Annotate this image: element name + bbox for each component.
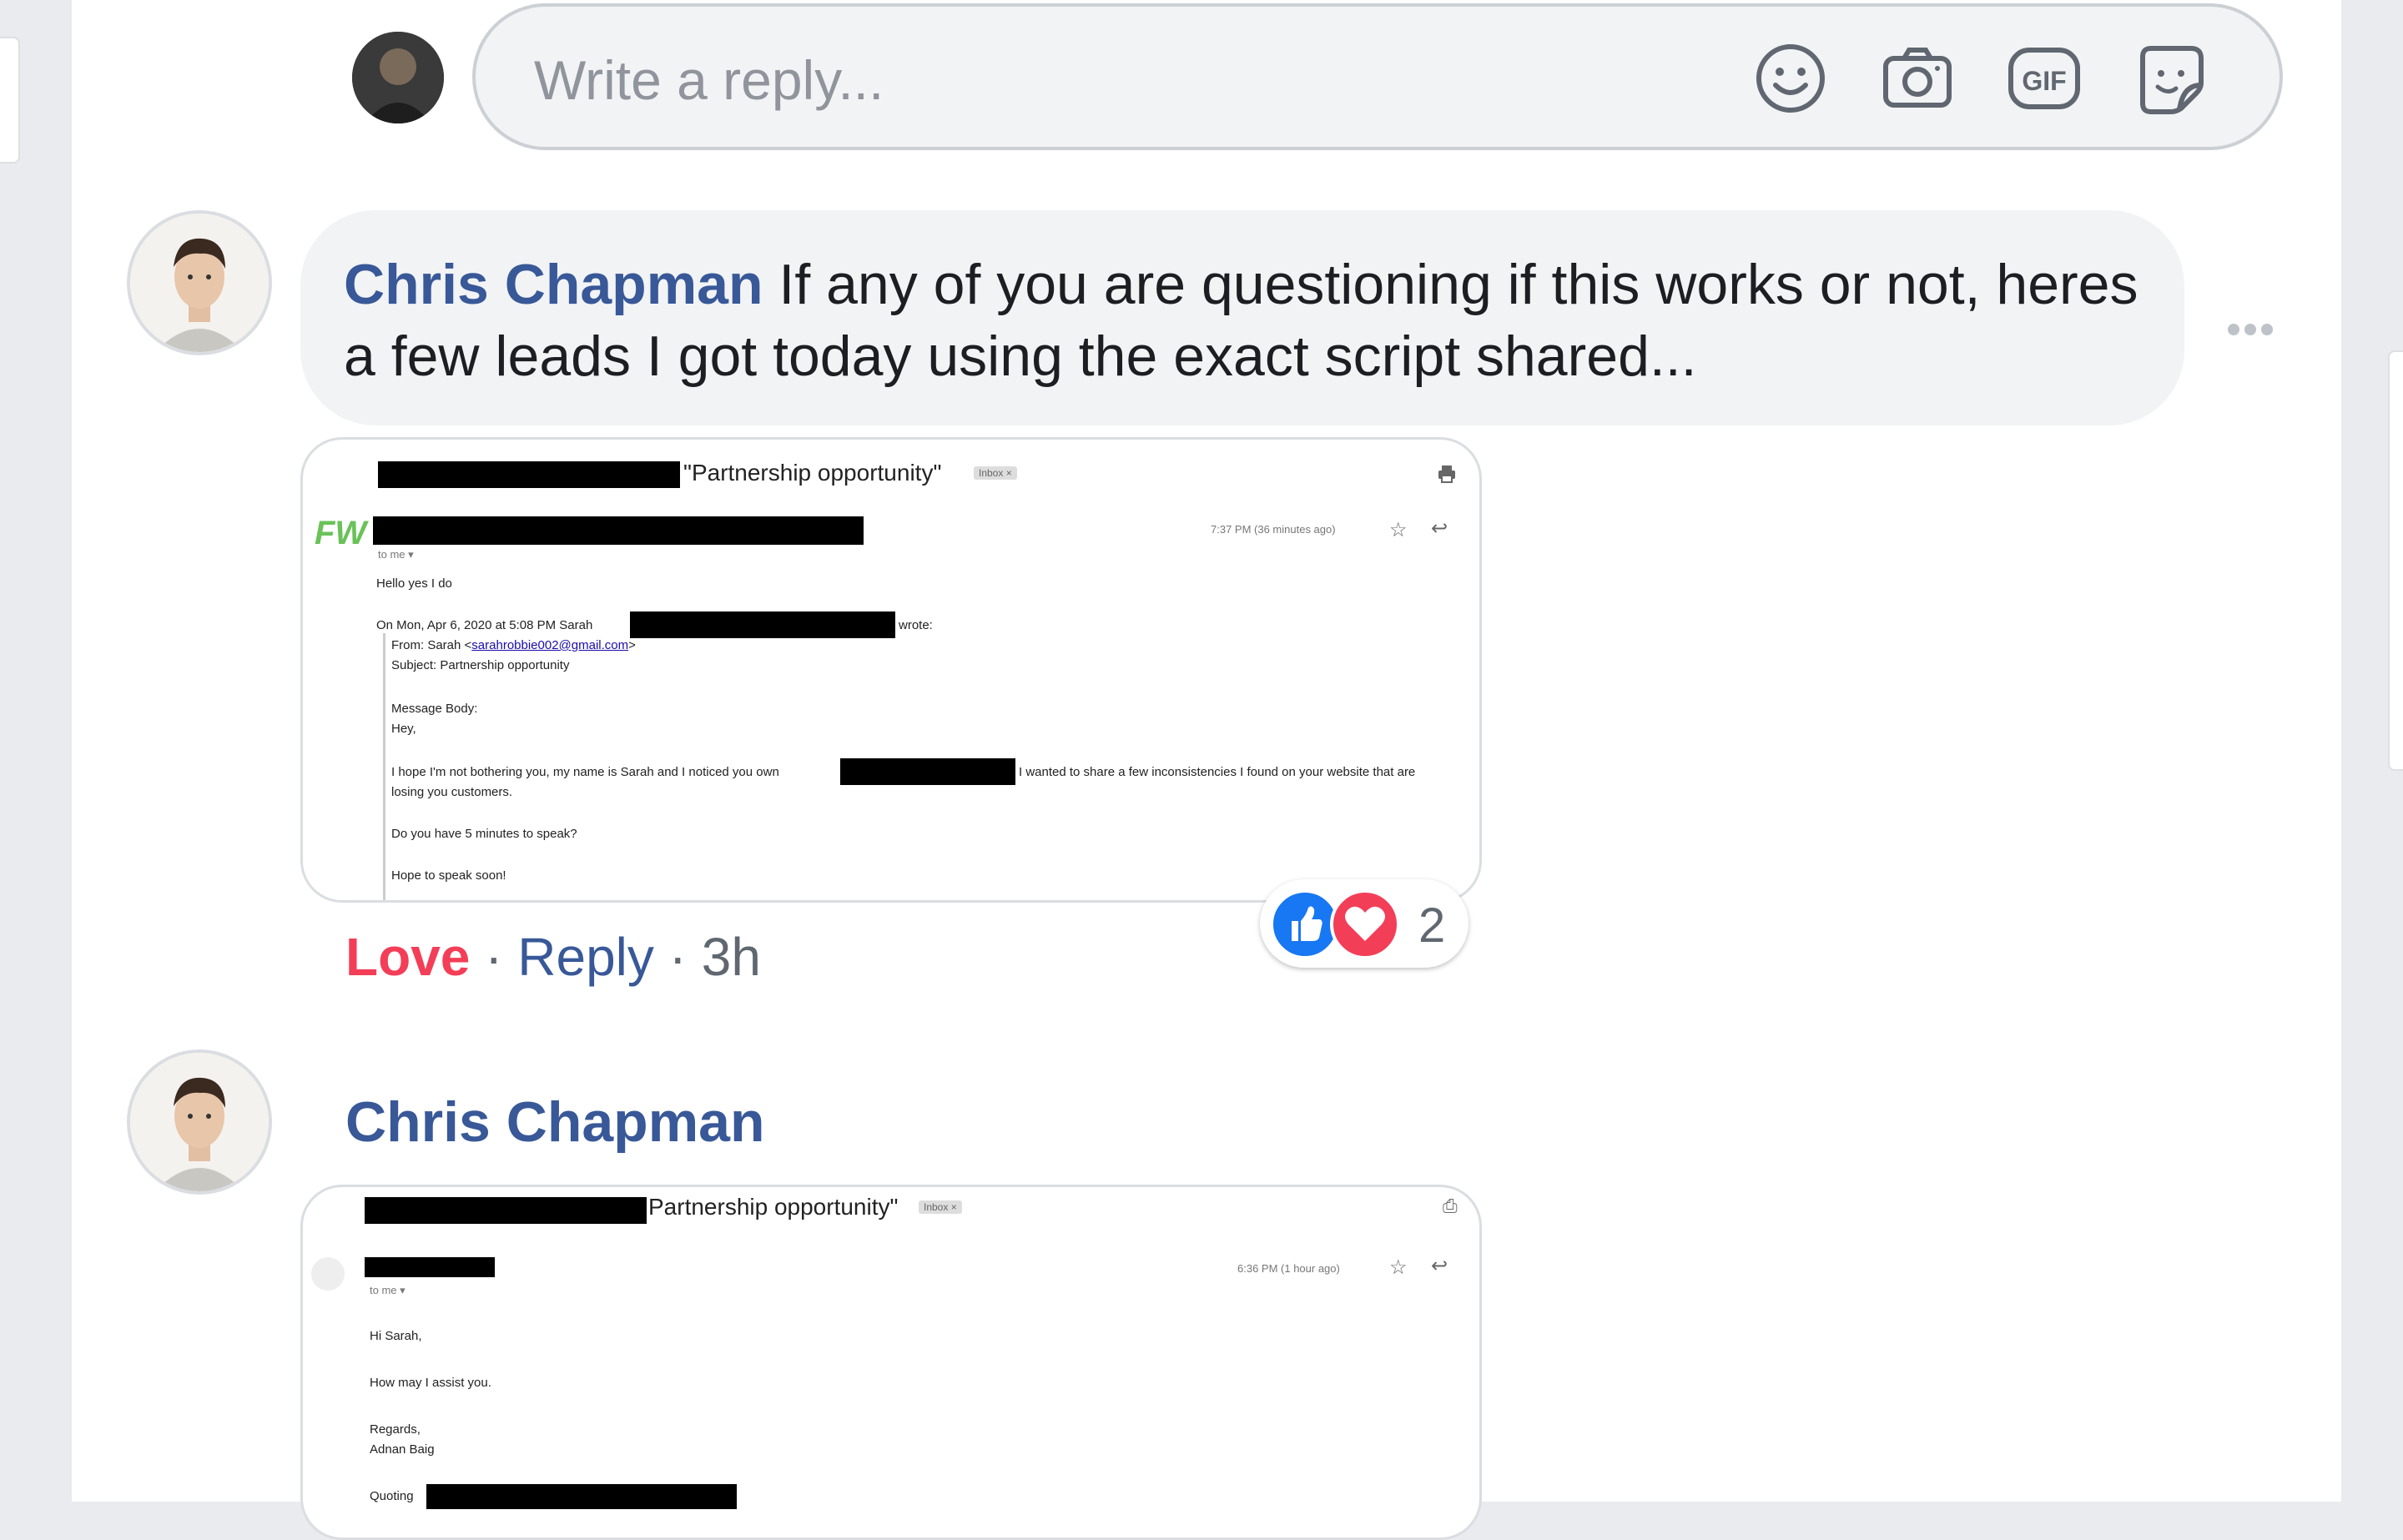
redaction-bar	[365, 1197, 647, 1224]
email-to: to me ▾	[378, 548, 414, 561]
comment-author-avatar[interactable]	[127, 210, 272, 355]
email-line: Hey,	[391, 722, 416, 736]
reply-icons: GIF	[1752, 40, 2209, 117]
email-line: Adnan Baig	[370, 1442, 435, 1457]
redaction-bar	[630, 611, 895, 638]
comment-author-avatar[interactable]	[127, 1049, 272, 1195]
reaction-count: 2	[1418, 898, 1446, 953]
reply-link[interactable]: Reply	[517, 927, 654, 987]
email-line: Message Body:	[391, 702, 478, 716]
right-edge-card[interactable]	[2388, 350, 2403, 771]
email-line: losing you customers.	[391, 785, 513, 799]
email-line: How may I assist you.	[370, 1376, 491, 1390]
email-line: I hope I'm not bothering you, my name is…	[391, 765, 779, 779]
redaction-bar	[840, 758, 1015, 785]
comment-author-name[interactable]: Chris Chapman	[344, 253, 763, 316]
redaction-bar	[378, 461, 680, 488]
star-icon: ☆	[1389, 1256, 1408, 1279]
reply-arrow-icon: ↩	[1431, 1255, 1448, 1277]
left-rail	[0, 0, 72, 1502]
email-line: wrote:	[899, 618, 933, 632]
love-reaction-link[interactable]: Love	[345, 927, 470, 987]
emoji-icon[interactable]	[1752, 40, 1829, 117]
comment-timestamp[interactable]: 3h	[702, 927, 761, 987]
sender-avatar-placeholder	[311, 1257, 345, 1291]
email-line: Hello yes I do	[376, 576, 452, 591]
email-time: 7:37 PM (36 minutes ago)	[1211, 523, 1336, 536]
inbox-badge: Inbox ×	[919, 1200, 962, 1214]
email-time: 6:36 PM (1 hour ago)	[1237, 1262, 1340, 1275]
redaction-bar	[373, 516, 864, 545]
email-line: I wanted to share a few inconsistencies …	[1019, 765, 1416, 779]
reply-placeholder: Write a reply...	[534, 49, 884, 111]
email-subject: Partnership opportunity"	[648, 1194, 899, 1220]
comment-attachment-image[interactable]: "Partnership opportunity" Inbox × FW to …	[300, 437, 1482, 903]
reply-arrow-icon: ↩	[1431, 517, 1448, 540]
gif-icon[interactable]: GIF	[2006, 40, 2083, 117]
love-reaction-icon	[1330, 889, 1400, 959]
author-photo	[130, 1053, 269, 1191]
comment-attachment-image[interactable]: Partnership opportunity" Inbox × ⎙ to me…	[300, 1185, 1482, 1540]
print-icon	[1438, 466, 1455, 483]
quote-bar	[383, 633, 385, 900]
redaction-bar	[365, 1257, 495, 1277]
email-to: to me ▾	[370, 1284, 406, 1296]
comment-actions: Love · Reply · 3h	[345, 926, 761, 988]
star-icon: ☆	[1389, 519, 1408, 541]
comment-text-block: Chris Chapman If any of you are question…	[344, 249, 2163, 392]
email-line: Quoting	[370, 1489, 414, 1503]
author-photo	[130, 214, 269, 352]
comment-author-name[interactable]: Chris Chapman	[345, 1090, 765, 1155]
email-subject: "Partnership opportunity"	[683, 460, 942, 486]
current-user-avatar[interactable]	[352, 32, 444, 123]
email-from-line: From: Sarah <sarahrobbie002@gmail.com>	[391, 638, 636, 652]
camera-icon[interactable]	[1879, 40, 1956, 117]
email-line: Subject: Partnership opportunity	[391, 658, 570, 672]
sticker-icon[interactable]	[2133, 40, 2209, 117]
email-line: Hope to speak soon!	[391, 868, 506, 883]
right-rail	[2341, 0, 2403, 1502]
reactions-summary[interactable]: 2	[1260, 879, 1468, 968]
gif-label: GIF	[2022, 66, 2066, 96]
current-user-avatar-image	[352, 32, 444, 123]
email-line: On Mon, Apr 6, 2020 at 5:08 PM Sarah	[376, 618, 593, 632]
reply-input[interactable]: Write a reply... GIF	[472, 3, 2283, 150]
sender-logo: FW	[315, 515, 367, 551]
more-options-icon[interactable]	[2228, 324, 2273, 335]
email-line: Do you have 5 minutes to speak?	[391, 827, 577, 841]
inbox-badge: Inbox ×	[974, 466, 1017, 480]
redaction-bar	[426, 1484, 737, 1509]
email-line: Regards,	[370, 1422, 421, 1437]
separator: ·	[653, 927, 702, 987]
email-line: Hi Sarah,	[370, 1329, 422, 1343]
separator: ·	[470, 927, 518, 987]
print-icon: ⎙	[1443, 1195, 1458, 1216]
comment-bubble: Chris Chapman If any of you are question…	[300, 210, 2184, 425]
left-edge-tab[interactable]	[0, 37, 20, 164]
